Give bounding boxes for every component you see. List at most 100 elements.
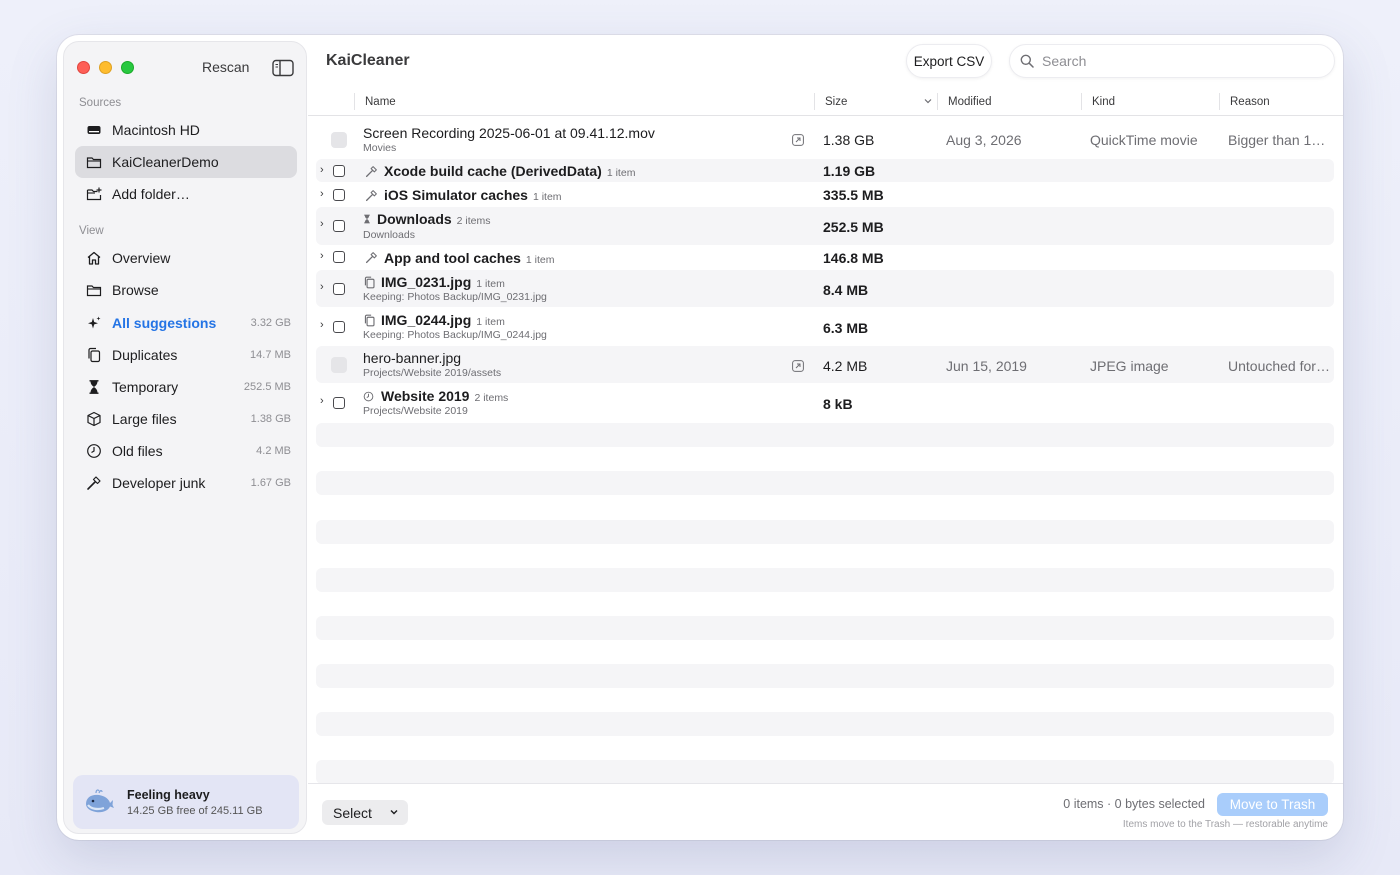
search-field[interactable] bbox=[1009, 44, 1335, 78]
sidebar-item-macintosh-hd[interactable]: Macintosh HD bbox=[75, 114, 297, 146]
select-menu-button[interactable]: Select bbox=[322, 800, 408, 825]
sidebar-item-browse[interactable]: Browse bbox=[75, 274, 297, 306]
row-modified: Aug 3, 2026 bbox=[946, 132, 1022, 148]
sidebar-item-duplicates[interactable]: Duplicates 14.7 MB bbox=[75, 339, 297, 371]
disclosure-chevron-icon[interactable]: › bbox=[320, 281, 324, 293]
minimize-window-button[interactable] bbox=[99, 61, 112, 74]
column-divider bbox=[814, 93, 815, 110]
rescan-button[interactable]: Rescan bbox=[202, 59, 249, 75]
duplicate-icon bbox=[362, 313, 376, 327]
reveal-in-finder-icon[interactable] bbox=[792, 133, 804, 146]
table-row[interactable]: › App and tool caches 1 item 146.8 MB bbox=[316, 246, 1334, 269]
disclosure-chevron-icon[interactable]: › bbox=[320, 188, 324, 200]
row-name: Website 2019 2 items bbox=[381, 388, 508, 404]
row-name: App and tool caches 1 item bbox=[384, 250, 555, 266]
row-size: 6.3 MB bbox=[823, 320, 869, 336]
row-checkbox[interactable] bbox=[333, 220, 345, 232]
table-row[interactable]: › iOS Simulator caches 1 item 335.5 MB bbox=[316, 184, 1334, 207]
row-item-count: 1 item bbox=[476, 278, 505, 290]
disclosure-chevron-icon[interactable]: › bbox=[320, 250, 324, 262]
table-row[interactable]: Screen Recording 2025-06-01 at 09.41.12.… bbox=[316, 119, 1334, 157]
header-divider bbox=[308, 115, 1343, 116]
table-row[interactable]: › Website 2019 2 items Projects/Website 2… bbox=[316, 384, 1334, 421]
row-size: 1.38 GB bbox=[823, 132, 875, 148]
column-header-reason[interactable]: Reason bbox=[1230, 91, 1270, 113]
sidebar-item-label: Old files bbox=[112, 443, 163, 459]
row-checkbox[interactable] bbox=[333, 283, 345, 295]
table-row[interactable]: › IMG_0231.jpg 1 item Keeping: Photos Bac… bbox=[316, 270, 1334, 307]
sidebar-item-overview[interactable]: Overview bbox=[75, 242, 297, 274]
view-section-label: View bbox=[79, 225, 104, 237]
row-item-count: 1 item bbox=[476, 316, 505, 328]
row-checkbox[interactable] bbox=[331, 132, 347, 148]
status-subtitle: 14.25 GB free of 245.11 GB bbox=[127, 804, 263, 817]
hammer-icon bbox=[85, 474, 103, 492]
row-name: IMG_0231.jpg 1 item bbox=[381, 274, 505, 290]
sidebar-item-large-files[interactable]: Large files 1.38 GB bbox=[75, 403, 297, 435]
sidebar-item-old-files[interactable]: Old files 4.2 MB bbox=[75, 435, 297, 467]
column-header-kind[interactable]: Kind bbox=[1092, 91, 1115, 113]
row-checkbox[interactable] bbox=[333, 321, 345, 333]
disk-status-card: Feeling heavy 14.25 GB free of 245.11 GB bbox=[73, 775, 299, 829]
hourglass-icon bbox=[362, 212, 372, 226]
row-size: 146.8 MB bbox=[823, 250, 884, 266]
row-size: 335.5 MB bbox=[823, 187, 884, 203]
hammer-icon bbox=[364, 188, 378, 202]
column-header-size[interactable]: Size bbox=[825, 91, 933, 113]
column-divider bbox=[1219, 93, 1220, 110]
sidebar-item-all-suggestions[interactable]: All suggestions 3.32 GB bbox=[75, 307, 297, 339]
trash-note: Items move to the Trash — restorable any… bbox=[1122, 819, 1328, 830]
disclosure-chevron-icon[interactable]: › bbox=[320, 164, 324, 176]
row-item-count: 1 item bbox=[606, 167, 636, 179]
export-csv-button[interactable]: Export CSV bbox=[906, 44, 992, 78]
disclosure-chevron-icon[interactable]: › bbox=[320, 218, 324, 230]
sidebar-item-count: 252.5 MB bbox=[243, 381, 291, 393]
row-checkbox[interactable] bbox=[333, 397, 345, 409]
zoom-window-button[interactable] bbox=[121, 61, 134, 74]
sidebar-item-label: Temporary bbox=[112, 379, 179, 395]
row-checkbox[interactable] bbox=[333, 251, 345, 263]
row-name-text: Xcode build cache (DerivedData) bbox=[384, 163, 602, 179]
folder-add-icon bbox=[85, 185, 103, 203]
move-to-trash-button[interactable]: Move to Trash bbox=[1217, 793, 1328, 816]
row-item-count: 1 item bbox=[532, 191, 562, 203]
sidebar-item-temporary[interactable]: Temporary 252.5 MB bbox=[75, 371, 297, 403]
empty-row-stripe bbox=[316, 520, 1334, 544]
search-input[interactable] bbox=[1042, 53, 1312, 69]
sidebar-item-kaicleanerdemo[interactable]: KaiCleanerDemo bbox=[75, 146, 297, 178]
close-window-button[interactable] bbox=[77, 61, 90, 74]
table-row[interactable]: › Downloads 2 items Downloads 252.5 MB bbox=[316, 207, 1334, 245]
sidebar-item-developer-junk[interactable]: Developer junk 1.67 GB bbox=[75, 467, 297, 499]
row-item-count: 2 items bbox=[456, 215, 491, 227]
hammer-icon bbox=[364, 164, 378, 178]
table-row[interactable]: › Xcode build cache (DerivedData) 1 item … bbox=[316, 159, 1334, 182]
table-row[interactable]: › IMG_0244.jpg 1 item Keeping: Photos Bac… bbox=[316, 308, 1334, 345]
disclosure-chevron-icon[interactable]: › bbox=[320, 395, 324, 407]
column-header-name[interactable]: Name bbox=[365, 91, 396, 113]
window-controls bbox=[77, 61, 134, 74]
sidebar-item-label: All suggestions bbox=[112, 315, 217, 331]
empty-row-stripe bbox=[316, 423, 1334, 447]
row-checkbox[interactable] bbox=[333, 189, 345, 201]
selection-status: 0 items · 0 bytes selected bbox=[1063, 797, 1205, 811]
row-name: IMG_0244.jpg 1 item bbox=[381, 312, 505, 328]
disclosure-chevron-icon[interactable]: › bbox=[320, 319, 324, 331]
row-name-text: IMG_0244.jpg bbox=[381, 312, 472, 328]
sidebar-item-count: 1.67 GB bbox=[250, 477, 291, 489]
row-reason: Untouched for… bbox=[1228, 358, 1330, 374]
row-name: Downloads 2 items bbox=[377, 211, 491, 227]
sidebar-toggle-icon[interactable] bbox=[272, 59, 294, 77]
sidebar-item-add-folder[interactable]: Add folder… bbox=[75, 178, 297, 210]
empty-row-stripe bbox=[316, 712, 1334, 736]
clock-icon bbox=[85, 442, 103, 460]
footer-divider bbox=[308, 783, 1343, 784]
column-header-modified[interactable]: Modified bbox=[948, 91, 991, 113]
row-checkbox[interactable] bbox=[331, 357, 347, 373]
row-modified: Jun 15, 2019 bbox=[946, 358, 1027, 374]
row-name-text: Downloads bbox=[377, 211, 452, 227]
table-row[interactable]: hero-banner.jpg Projects/Website 2019/as… bbox=[316, 346, 1334, 383]
sources-section-label: Sources bbox=[79, 97, 122, 109]
hourglass-icon bbox=[85, 378, 103, 396]
row-checkbox[interactable] bbox=[333, 165, 345, 177]
reveal-in-finder-icon[interactable] bbox=[792, 359, 804, 372]
